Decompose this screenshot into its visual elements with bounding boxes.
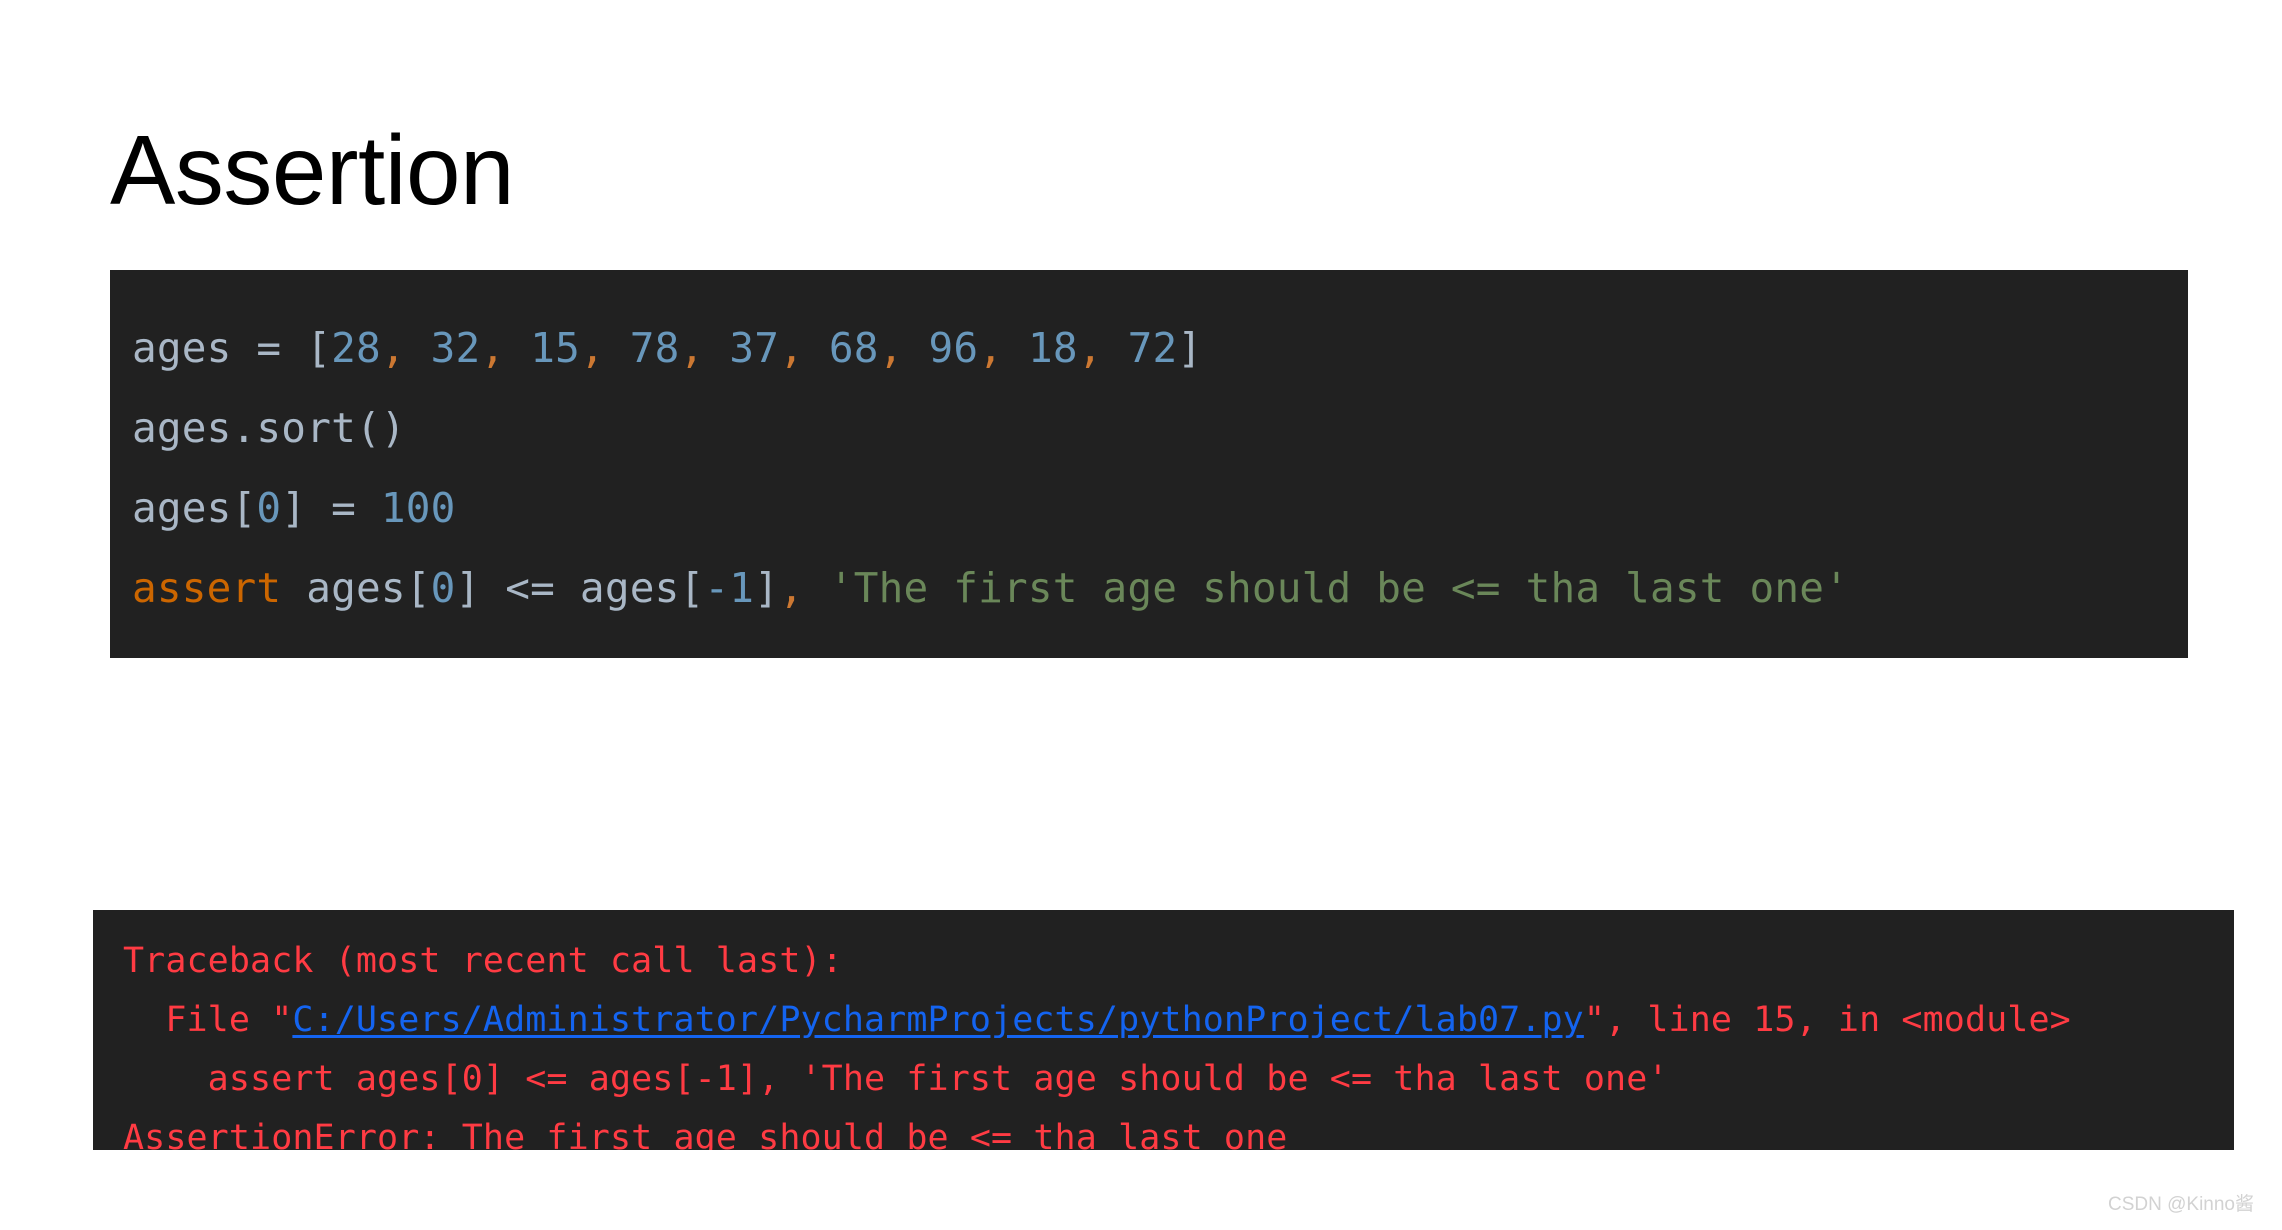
- code-token: 78: [629, 324, 680, 372]
- code-token: ,: [1077, 324, 1103, 372]
- code-token: Traceback (most recent call last):: [123, 941, 843, 981]
- code-token: 15: [530, 324, 580, 372]
- code-token: assert: [132, 564, 282, 612]
- code-token: ]: [754, 564, 780, 612]
- code-token: ages = [: [132, 324, 332, 372]
- code-token: ,: [380, 324, 406, 372]
- code-token: 'The first age should be <= tha last one…: [828, 564, 1850, 612]
- code-token: ", line 15, in <module>: [1583, 1000, 2071, 1040]
- file-path-link[interactable]: C:/Users/Administrator/PycharmProjects/p…: [292, 1000, 1583, 1040]
- traceback-line: assert ages[0] <= ages[-1], 'The first a…: [123, 1050, 2234, 1109]
- traceback-line: File "C:/Users/Administrator/PycharmProj…: [123, 991, 2234, 1050]
- code-token: ,: [978, 324, 1004, 372]
- code-token: 37: [729, 324, 780, 372]
- traceback-output-block: Traceback (most recent call last): File …: [93, 910, 2234, 1150]
- code-token: 68: [828, 324, 879, 372]
- code-token: ,: [480, 324, 506, 372]
- code-token: ,: [779, 324, 804, 372]
- page-title: Assertion: [110, 114, 515, 225]
- code-token: ] =: [281, 484, 381, 532]
- code-token: 72: [1127, 324, 1178, 372]
- code-token: ,: [579, 324, 605, 372]
- code-token: ,: [679, 324, 705, 372]
- code-line: assert ages[0] <= ages[-1], 'The first a…: [132, 548, 2188, 628]
- code-line: ages.sort(): [132, 388, 2188, 468]
- code-token: ,: [878, 324, 904, 372]
- code-token: File ": [123, 1000, 293, 1040]
- code-token: 32: [430, 324, 481, 372]
- code-token: 96: [928, 324, 979, 372]
- code-token: ages.sort(): [132, 404, 406, 452]
- code-token: ]: [1177, 324, 1203, 372]
- code-token: ] <= ages[: [455, 564, 705, 612]
- traceback-line: Traceback (most recent call last):: [123, 932, 2234, 991]
- code-token: 18: [1028, 324, 1078, 372]
- code-line: ages[0] = 100: [132, 468, 2188, 548]
- code-token: -1: [704, 564, 755, 612]
- code-token: 28: [331, 324, 381, 372]
- code-token: 100: [380, 484, 456, 532]
- code-token: AssertionError: The first age should be …: [123, 1118, 1288, 1150]
- watermark: CSDN @Kinno酱: [2108, 1194, 2254, 1215]
- code-token: 0: [430, 564, 456, 612]
- code-token: 0: [256, 484, 282, 532]
- traceback-line: AssertionError: The first age should be …: [123, 1109, 2234, 1150]
- code-token: ages[: [132, 484, 257, 532]
- code-token: ages[: [281, 564, 431, 612]
- code-token: assert ages[0] <= ages[-1], 'The first a…: [123, 1059, 1669, 1099]
- code-token: ,: [779, 564, 804, 612]
- code-snippet-block: ages = [28, 32, 15, 78, 37, 68, 96, 18, …: [110, 270, 2188, 658]
- code-line: ages = [28, 32, 15, 78, 37, 68, 96, 18, …: [132, 308, 2188, 388]
